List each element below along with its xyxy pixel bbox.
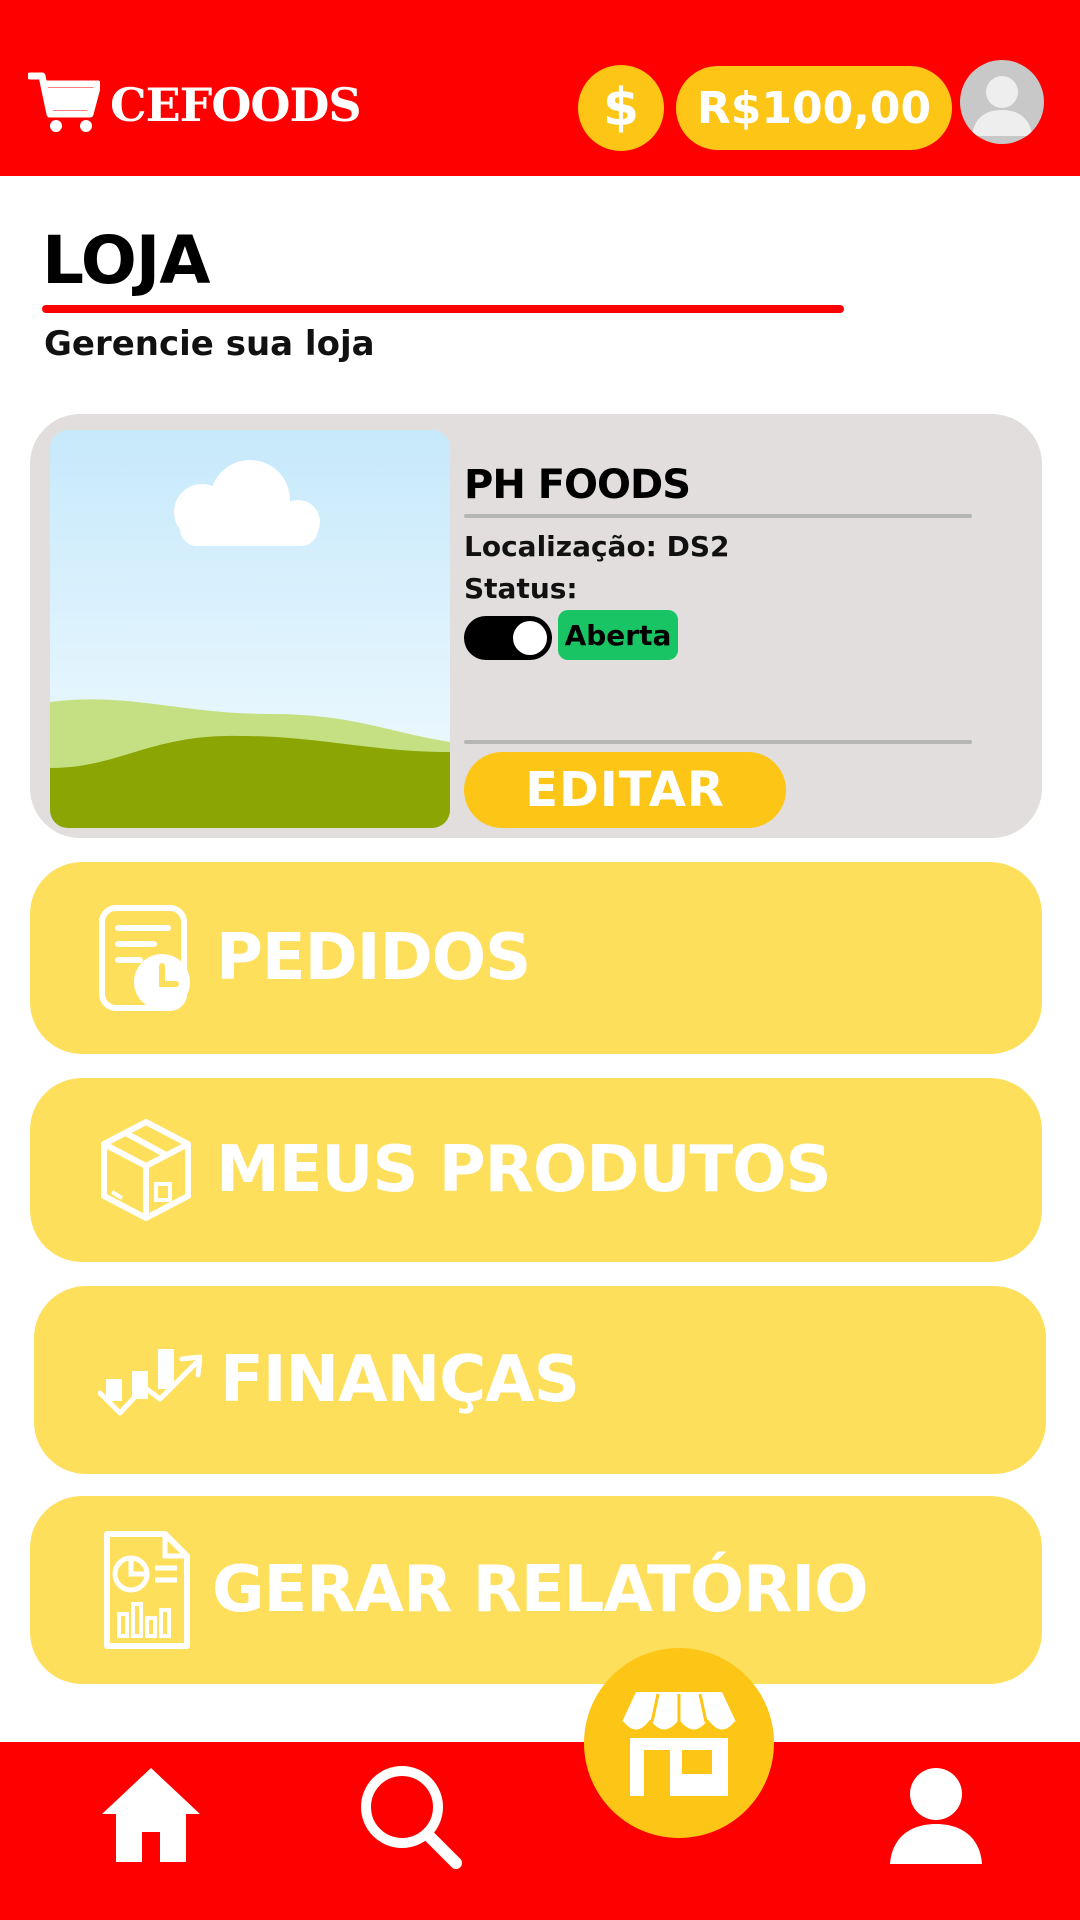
page-subtitle: Gerencie sua loja: [44, 324, 375, 364]
finance-chart-icon: [98, 1328, 202, 1432]
nav-home[interactable]: [96, 1762, 206, 1866]
logo-text: CEFOODS: [110, 78, 362, 132]
store-card: PH FOODS Localização: DS2 Status: Aberta…: [30, 414, 1042, 838]
top-bar: CEFOODS $ R$100,00: [0, 0, 1080, 176]
divider: [464, 514, 972, 518]
menu-item-label: GERAR RELATÓRIO: [212, 1553, 869, 1627]
toggle-knob: [513, 621, 547, 655]
coin-icon[interactable]: $: [578, 65, 664, 151]
page-title: LOJA: [42, 222, 210, 299]
bottom-nav-bar: [0, 1742, 1080, 1920]
report-icon: [94, 1531, 198, 1649]
avatar[interactable]: [960, 60, 1044, 144]
menu-item-label: PEDIDOS: [216, 921, 531, 995]
search-icon: [361, 1766, 462, 1869]
divider: [464, 740, 972, 744]
home-icon: [102, 1768, 200, 1862]
menu-item-label: MEUS PRODUTOS: [216, 1133, 832, 1207]
menu-item-label: FINANÇAS: [220, 1343, 580, 1417]
menu-item-products[interactable]: MEUS PRODUTOS: [30, 1078, 1042, 1262]
store-status-label: Status:: [464, 572, 578, 605]
user-avatar-icon: [972, 76, 1032, 136]
menu-item-orders[interactable]: PEDIDOS: [30, 862, 1042, 1054]
store-icon: [620, 1692, 738, 1796]
status-badge: Aberta: [558, 610, 678, 660]
store-location: Localização: DS2: [464, 530, 730, 563]
wallet-balance[interactable]: R$100,00: [676, 66, 952, 150]
store-status-toggle[interactable]: [464, 616, 552, 660]
title-underline: [42, 305, 844, 313]
store-image-placeholder: [50, 430, 450, 828]
box-icon: [94, 1118, 198, 1222]
app-logo[interactable]: CEFOODS: [26, 70, 362, 140]
profile-icon: [890, 1768, 982, 1864]
menu-item-report[interactable]: GERAR RELATÓRIO: [30, 1496, 1042, 1684]
nav-profile[interactable]: [886, 1764, 986, 1868]
edit-button[interactable]: EDITAR: [464, 752, 786, 828]
nav-store[interactable]: [584, 1648, 774, 1838]
orders-icon: [94, 905, 198, 1011]
cart-icon: [26, 70, 102, 140]
store-name: PH FOODS: [464, 462, 691, 508]
menu-item-finances[interactable]: FINANÇAS: [34, 1286, 1046, 1474]
nav-search[interactable]: [356, 1760, 466, 1874]
store-management-screen: CEFOODS $ R$100,00 LOJA Gerencie sua loj…: [0, 0, 1080, 1920]
